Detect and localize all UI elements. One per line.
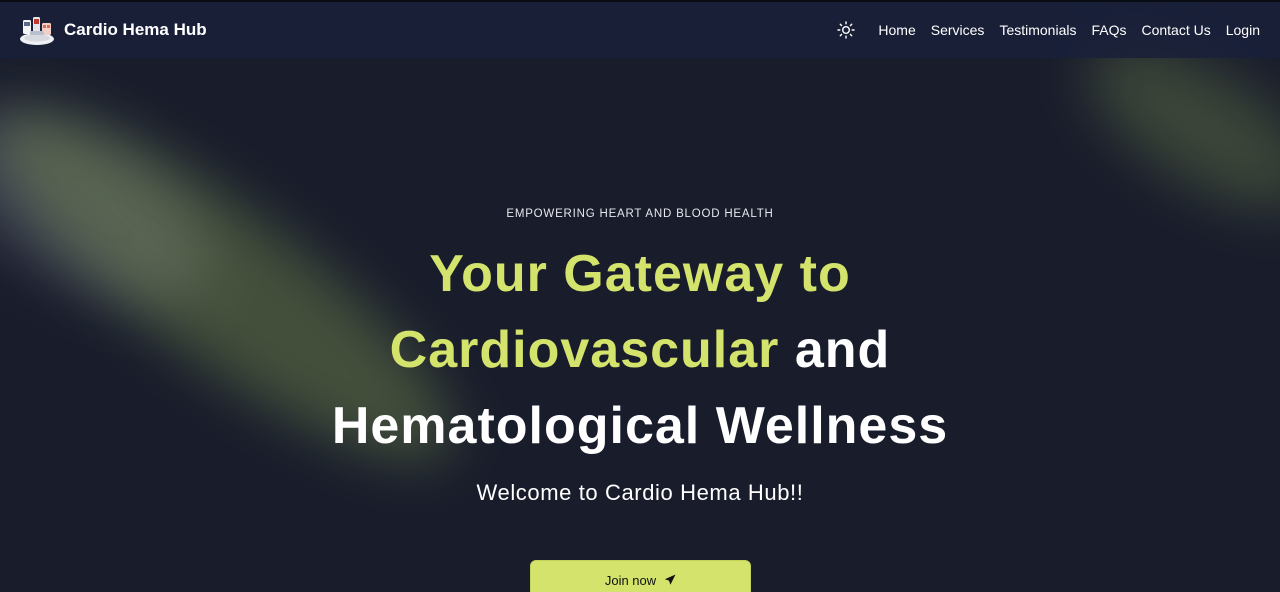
- medical-equipment-logo[interactable]: [18, 13, 56, 47]
- brand-name[interactable]: Cardio Hema Hub: [64, 20, 207, 40]
- join-now-label: Join now: [604, 572, 657, 588]
- sun-icon[interactable]: [836, 20, 856, 40]
- nav-link-contact-us[interactable]: Contact Us: [1141, 22, 1210, 38]
- nav-link-home[interactable]: Home: [878, 22, 915, 38]
- hero-eyebrow: EMPOWERING HEART AND BLOOD HEALTH: [506, 208, 774, 220]
- nav-link-faqs[interactable]: FAQs: [1091, 22, 1126, 38]
- nav-link-testimonials[interactable]: Testimonials: [999, 22, 1076, 38]
- navbar: Cardio Hema Hub Home Services Testimonia…: [0, 2, 1280, 58]
- join-now-button[interactable]: Join now: [530, 560, 751, 592]
- nav-menu: Home Services Testimonials FAQs Contact …: [836, 20, 1260, 40]
- send-icon: [664, 574, 676, 586]
- nav-link-services[interactable]: Services: [931, 22, 985, 38]
- hero-headline: Your Gateway to Cardiovascular and Hemat…: [240, 236, 1040, 464]
- hero-section: EMPOWERING HEART AND BLOOD HEALTH Your G…: [0, 58, 1280, 592]
- hero-headline-accent: Your Gateway to Cardiovascular: [389, 245, 851, 379]
- nav-link-login[interactable]: Login: [1226, 22, 1260, 38]
- hero-welcome-text: Welcome to Cardio Hema Hub!!: [476, 480, 804, 505]
